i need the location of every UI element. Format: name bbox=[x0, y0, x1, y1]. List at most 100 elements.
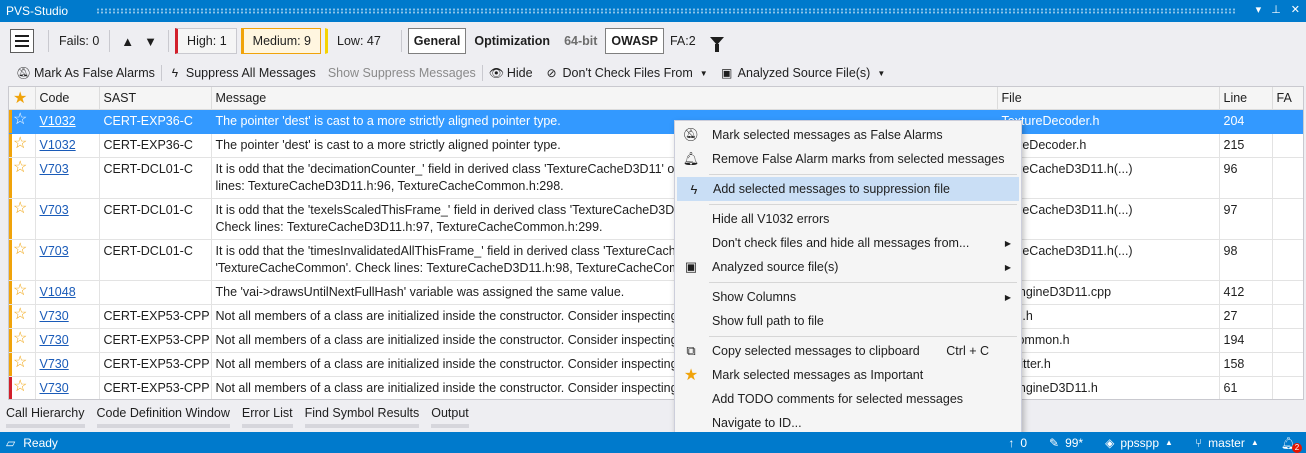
menu-item-show-full-path[interactable]: Show full path to file bbox=[675, 309, 1021, 333]
code-cell[interactable]: V703 bbox=[35, 239, 100, 281]
table-row[interactable]: ☆ V730 CERT-EXP53-CPP Not all members of a … bbox=[9, 328, 1303, 353]
code-link[interactable]: V730 bbox=[40, 333, 69, 347]
code-cell[interactable]: V1032 bbox=[35, 133, 100, 158]
column-header-line[interactable]: Line bbox=[1219, 87, 1273, 110]
table-row[interactable]: ☆ V1048 The 'vai->drawsUntilNextFullHash' … bbox=[9, 280, 1303, 305]
category-general-toggle[interactable]: General bbox=[407, 28, 467, 54]
table-row[interactable]: ☆ V730 CERT-EXP53-CPP Not all members of a … bbox=[9, 376, 1303, 399]
filter-icon[interactable] bbox=[709, 37, 724, 52]
column-header-message[interactable]: Message bbox=[211, 87, 998, 110]
tab-call-hierarchy[interactable]: Call Hierarchy bbox=[6, 404, 85, 428]
code-cell[interactable]: V730 bbox=[35, 352, 100, 377]
important-cell[interactable]: ☆ bbox=[9, 157, 36, 199]
next-message-button[interactable]: ▼ bbox=[139, 34, 162, 49]
important-cell[interactable]: ☆ bbox=[9, 352, 36, 377]
code-cell[interactable]: V703 bbox=[35, 157, 100, 199]
level-low-toggle[interactable]: Low: 47 bbox=[325, 28, 391, 54]
menu-item-analyzed-source[interactable]: ▣ Analyzed source file(s) ▶ bbox=[675, 255, 1021, 279]
code-link[interactable]: V1032 bbox=[40, 138, 76, 152]
important-cell[interactable]: ☆ bbox=[9, 239, 36, 281]
menu-item-copy-clipboard[interactable]: ⧉ Copy selected messages to clipboard Ctrl… bbox=[675, 339, 1021, 363]
action-toolbar: 🔕︎ Mark As False Alarms ϟ Suppress All M… bbox=[0, 60, 1306, 86]
level-high-toggle[interactable]: High: 1 bbox=[175, 28, 237, 54]
fa-counter[interactable]: FA:2 bbox=[666, 34, 700, 48]
code-link[interactable]: V703 bbox=[40, 244, 69, 258]
column-header-code[interactable]: Code bbox=[35, 87, 100, 110]
menu-item-hide-errors[interactable]: Hide all V1032 errors bbox=[675, 207, 1021, 231]
menu-item-mark-false-alarms[interactable]: 🔕︎ Mark selected messages as False Alarms bbox=[675, 123, 1021, 147]
analyzed-source-dropdown[interactable]: ▣ Analyzed Source File(s) ▼ bbox=[714, 66, 892, 80]
code-cell[interactable]: V730 bbox=[35, 328, 100, 353]
important-cell[interactable]: ☆ bbox=[9, 304, 36, 329]
level-medium-toggle[interactable]: Medium: 9 bbox=[240, 28, 322, 54]
column-header-important[interactable]: ★ bbox=[9, 87, 36, 110]
fa-cell bbox=[1272, 157, 1303, 199]
window-menu-icon[interactable]: ▾ bbox=[1256, 3, 1262, 16]
code-link[interactable]: V1032 bbox=[40, 114, 76, 128]
code-link[interactable]: V703 bbox=[40, 162, 69, 176]
code-cell[interactable]: V1048 bbox=[35, 280, 100, 305]
tab-code-definition[interactable]: Code Definition Window bbox=[96, 404, 230, 428]
table-row[interactable]: ☆ V1032 CERT-EXP36-C The pointer 'dest' is … bbox=[9, 109, 1303, 134]
code-cell[interactable]: V730 bbox=[35, 304, 100, 329]
code-link[interactable]: V730 bbox=[40, 309, 69, 323]
hide-button[interactable]: 👁︎ Hide bbox=[483, 66, 539, 80]
pin-icon[interactable]: ⊥ bbox=[1271, 3, 1281, 16]
important-cell[interactable]: ☆ bbox=[9, 376, 36, 399]
column-header-fa[interactable]: FA bbox=[1272, 87, 1303, 110]
table-row[interactable]: ☆ V730 CERT-EXP53-CPP Not all members of a … bbox=[9, 352, 1303, 377]
sast-cell: CERT-DCL01-C bbox=[99, 239, 212, 281]
hamburger-menu-button[interactable] bbox=[10, 29, 34, 53]
menu-item-show-columns[interactable]: Show Columns ▶ bbox=[675, 285, 1021, 309]
table-row[interactable]: ☆ V703 CERT-DCL01-C It is odd that the 'tim… bbox=[9, 239, 1303, 281]
table-row[interactable]: ☆ V1032 CERT-EXP36-C The pointer 'dest' is … bbox=[9, 133, 1303, 158]
important-cell[interactable]: ☆ bbox=[9, 198, 36, 240]
status-bar: ▱ Ready ↑ 0 ✎ 99* ◈ ppsspp ▲ ⑂ master ▲ 🔔︎ 2 bbox=[0, 432, 1306, 453]
column-header-file[interactable]: File bbox=[997, 87, 1220, 110]
code-link[interactable]: V730 bbox=[40, 357, 69, 371]
table-row[interactable]: ☆ V703 CERT-DCL01-C It is odd that the 'tex… bbox=[9, 198, 1303, 240]
code-cell[interactable]: V730 bbox=[35, 376, 100, 399]
important-cell[interactable]: ☆ bbox=[9, 280, 36, 305]
star-icon: ★ bbox=[13, 89, 28, 107]
column-header-sast[interactable]: SAST bbox=[99, 87, 212, 110]
branch-selector[interactable]: ⑂ master ▲ bbox=[1195, 436, 1259, 450]
suppress-all-button[interactable]: ϟ Suppress All Messages bbox=[162, 66, 322, 80]
tab-find-symbol[interactable]: Find Symbol Results bbox=[304, 404, 420, 428]
code-cell[interactable]: V1032 bbox=[35, 109, 100, 134]
filter-toolbar: Fails: 0 ▲ ▼ High: 1 Medium: 9 Low: 47 G… bbox=[0, 22, 1306, 60]
category-64bit-toggle[interactable]: 64-bit bbox=[558, 28, 603, 54]
code-cell[interactable]: V703 bbox=[35, 198, 100, 240]
important-cell[interactable]: ☆ bbox=[9, 328, 36, 353]
prev-message-button[interactable]: ▲ bbox=[116, 34, 139, 49]
notifications-button[interactable]: 🔔︎ 2 bbox=[1281, 436, 1302, 453]
code-link[interactable]: V703 bbox=[40, 203, 69, 217]
menu-item-dont-check-files[interactable]: Don't check files and hide all messages … bbox=[675, 231, 1021, 255]
dont-check-files-dropdown[interactable]: ⊘ Don't Check Files From ▼ bbox=[539, 66, 714, 80]
menu-item-add-suppression[interactable]: ϟ Add selected messages to suppression fi… bbox=[677, 177, 1019, 201]
show-suppress-button[interactable]: Show Suppress Messages bbox=[322, 66, 482, 80]
table-row[interactable]: ☆ V730 CERT-EXP53-CPP Not all members of a … bbox=[9, 304, 1303, 329]
tab-output[interactable]: Output bbox=[431, 404, 469, 428]
push-count[interactable]: ↑ 0 bbox=[1008, 436, 1027, 450]
false-alarm-icon: 🔕︎ bbox=[16, 66, 32, 80]
titlebar-grip bbox=[96, 8, 1236, 14]
mark-false-alarms-button[interactable]: 🔕︎ Mark As False Alarms bbox=[10, 66, 161, 80]
code-link[interactable]: V1048 bbox=[40, 285, 76, 299]
file-cell: wEngineD3D11.cpp bbox=[997, 280, 1220, 305]
category-optimization-toggle[interactable]: Optimization bbox=[468, 28, 556, 54]
important-cell[interactable]: ☆ bbox=[9, 109, 36, 134]
category-owasp-toggle[interactable]: OWASP bbox=[605, 28, 664, 54]
table-row[interactable]: ☆ V703 CERT-DCL01-C It is odd that the 'dec… bbox=[9, 157, 1303, 199]
menu-item-mark-important[interactable]: ★ Mark selected messages as Important bbox=[675, 363, 1021, 387]
repository-selector[interactable]: ◈ ppsspp ▲ bbox=[1105, 436, 1173, 450]
line-cell: 194 bbox=[1219, 328, 1273, 353]
pending-changes[interactable]: ✎ 99* bbox=[1049, 436, 1083, 450]
menu-item-remove-false-alarms[interactable]: 🔔︎ Remove False Alarm marks from selected… bbox=[675, 147, 1021, 171]
show-suppress-label: Show Suppress Messages bbox=[327, 66, 476, 80]
important-cell[interactable]: ☆ bbox=[9, 133, 36, 158]
tab-error-list[interactable]: Error List bbox=[241, 404, 293, 428]
fails-counter[interactable]: Fails: 0 bbox=[55, 34, 103, 48]
close-icon[interactable]: ✕ bbox=[1291, 3, 1300, 16]
code-link[interactable]: V730 bbox=[40, 381, 69, 395]
